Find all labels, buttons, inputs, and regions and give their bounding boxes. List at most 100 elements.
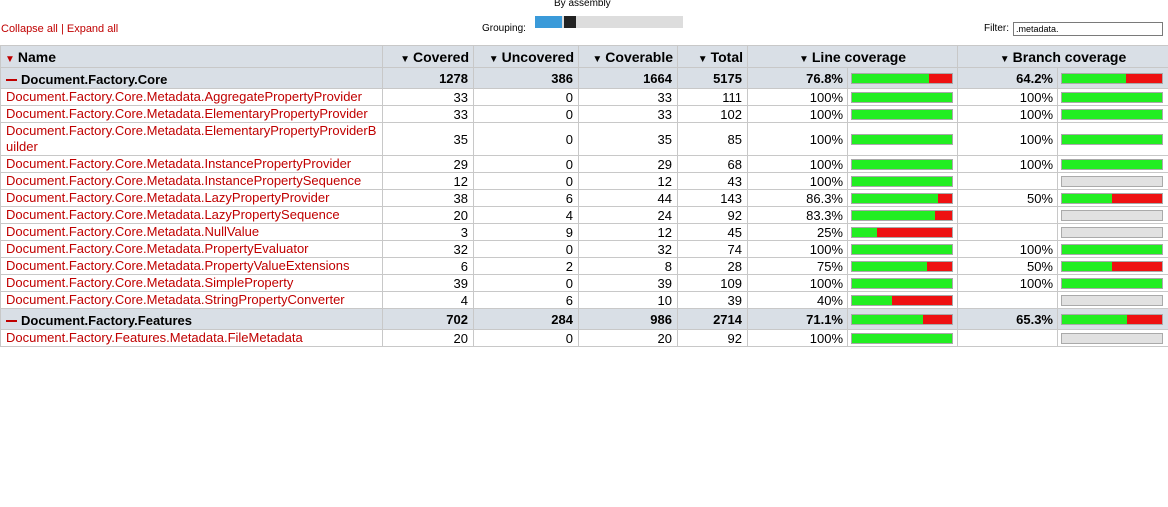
branch-coverage-covered-fill xyxy=(1062,92,1162,102)
class-name-cell: Document.Factory.Features.Metadata.FileM… xyxy=(0,329,383,347)
column-header-total[interactable]: ▼ Total xyxy=(677,45,748,68)
class-link[interactable]: Document.Factory.Core.Metadata.LazyPrope… xyxy=(6,191,329,206)
coverable-value: 35 xyxy=(578,122,678,156)
class-link[interactable]: Document.Factory.Core.Metadata.LazyPrope… xyxy=(6,208,340,223)
branch-coverage-covered-fill xyxy=(1062,193,1112,203)
total-value: 45 xyxy=(677,223,748,241)
group-row: Document.Factory.Core 1278 386 1664 5175 76.8… xyxy=(0,67,1168,89)
class-link[interactable]: Document.Factory.Core.Metadata.Elementar… xyxy=(6,124,376,155)
column-header-coverable-label: Coverable xyxy=(605,48,673,65)
column-header-coverable[interactable]: ▼ Coverable xyxy=(578,45,678,68)
line-coverage-percent: 40% xyxy=(747,291,848,309)
covered-value: 29 xyxy=(382,155,474,173)
line-coverage-bar xyxy=(851,133,953,145)
line-coverage-percent: 86.3% xyxy=(747,189,848,207)
table-row: Document.Factory.Core.Metadata.StringPro… xyxy=(0,291,1168,309)
uncovered-value: 0 xyxy=(473,105,579,123)
class-link[interactable]: Document.Factory.Core.Metadata.StringPro… xyxy=(6,293,345,308)
coverage-table: ▼ Name ▼ Covered ▼ Uncovered ▼ Coverable ▼ To… xyxy=(0,45,1168,347)
sort-icon: ▼ xyxy=(999,53,1010,65)
line-coverage-bar-cell xyxy=(847,291,958,309)
branch-coverage-percent xyxy=(957,329,1058,347)
line-coverage-bar-cell xyxy=(847,155,958,173)
column-header-uncovered[interactable]: ▼ Uncovered xyxy=(473,45,579,68)
line-coverage-bar xyxy=(851,158,953,170)
line-coverage-uncovered-fill xyxy=(927,261,952,271)
column-header-total-label: Total xyxy=(710,48,743,65)
branch-coverage-percent xyxy=(957,206,1058,224)
filter-input[interactable] xyxy=(1013,22,1163,36)
class-link[interactable]: Document.Factory.Core.Metadata.PropertyV… xyxy=(6,259,349,274)
column-header-name-label: Name xyxy=(17,48,57,65)
column-header-line-coverage-label: Line coverage xyxy=(811,48,907,65)
total-value: 28 xyxy=(677,257,748,275)
coverable-value: 8 xyxy=(578,257,678,275)
class-name-cell: Document.Factory.Core.Metadata.InstanceP… xyxy=(0,155,383,173)
class-link[interactable]: Document.Factory.Core.Metadata.NullValue xyxy=(6,225,259,240)
line-coverage-bar xyxy=(851,175,953,187)
branch-coverage-bar-cell xyxy=(1056,274,1168,292)
column-header-line-coverage[interactable]: ▼ Line coverage xyxy=(747,45,958,68)
collapse-minus-icon xyxy=(6,319,17,322)
grouping-slider[interactable] xyxy=(535,16,683,28)
column-header-covered[interactable]: ▼ Covered xyxy=(382,45,474,68)
line-coverage-percent: 100% xyxy=(747,105,848,123)
line-coverage-bar-cell xyxy=(847,329,958,347)
class-link[interactable]: Document.Factory.Core.Metadata.InstanceP… xyxy=(6,157,351,172)
branch-coverage-covered-fill xyxy=(1062,314,1128,324)
expand-all-link[interactable]: Expand all xyxy=(67,23,118,35)
covered-value: 20 xyxy=(382,329,474,347)
line-coverage-percent: 100% xyxy=(747,329,848,347)
line-coverage-percent: 75% xyxy=(747,257,848,275)
total-value: 143 xyxy=(677,189,748,207)
coverable-value: 20 xyxy=(578,329,678,347)
branch-coverage-covered-fill xyxy=(1062,73,1127,83)
class-link[interactable]: Document.Factory.Features.Metadata.FileM… xyxy=(6,331,303,346)
line-coverage-covered-fill xyxy=(852,278,952,288)
group-toggle[interactable]: Document.Factory.Features xyxy=(6,313,192,329)
class-link[interactable]: Document.Factory.Core.Metadata.InstanceP… xyxy=(6,174,361,189)
sort-icon: ▼ xyxy=(488,53,499,65)
class-name-cell: Document.Factory.Core.Metadata.NullValue xyxy=(0,223,383,241)
branch-coverage-bar xyxy=(1061,226,1163,238)
coverable-value: 33 xyxy=(578,88,678,106)
uncovered-value: 2 xyxy=(473,257,579,275)
column-header-branch-coverage[interactable]: ▼ Branch coverage xyxy=(956,45,1168,68)
line-coverage-percent: 83.3% xyxy=(747,206,848,224)
line-coverage-bar xyxy=(851,313,953,325)
branch-coverage-bar xyxy=(1061,108,1163,120)
line-coverage-covered-fill xyxy=(852,73,929,83)
collapse-all-link[interactable]: Collapse all xyxy=(1,23,58,35)
group-covered-value: 1278 xyxy=(382,67,474,89)
branch-coverage-percent: 100% xyxy=(957,240,1058,258)
class-link[interactable]: Document.Factory.Core.Metadata.PropertyE… xyxy=(6,242,309,257)
uncovered-value: 4 xyxy=(473,206,579,224)
group-coverable-value: 1664 xyxy=(578,67,678,89)
covered-value: 3 xyxy=(382,223,474,241)
branch-coverage-uncovered-fill xyxy=(1126,73,1162,83)
class-link[interactable]: Document.Factory.Core.Metadata.SimplePro… xyxy=(6,276,293,291)
line-coverage-percent: 76.8% xyxy=(747,67,848,89)
grouping-slider-thumb[interactable] xyxy=(564,16,576,28)
line-coverage-bar-cell xyxy=(847,122,958,156)
line-coverage-percent: 100% xyxy=(747,274,848,292)
group-toggle[interactable]: Document.Factory.Core xyxy=(6,72,167,88)
coverable-value: 29 xyxy=(578,155,678,173)
uncovered-value: 9 xyxy=(473,223,579,241)
line-coverage-bar-cell xyxy=(847,274,958,292)
class-link[interactable]: Document.Factory.Core.Metadata.Aggregate… xyxy=(6,90,362,105)
uncovered-value: 0 xyxy=(473,155,579,173)
uncovered-value: 0 xyxy=(473,172,579,190)
branch-coverage-bar-cell xyxy=(1056,88,1168,106)
branch-coverage-bar xyxy=(1061,277,1163,289)
line-coverage-uncovered-fill xyxy=(923,314,952,324)
covered-value: 6 xyxy=(382,257,474,275)
branch-coverage-percent: 50% xyxy=(957,257,1058,275)
covered-value: 4 xyxy=(382,291,474,309)
line-coverage-bar-cell xyxy=(847,67,958,89)
column-header-name[interactable]: ▼ Name xyxy=(0,45,383,68)
class-link[interactable]: Document.Factory.Core.Metadata.Elementar… xyxy=(6,107,368,122)
table-row: Document.Factory.Core.Metadata.PropertyE… xyxy=(0,240,1168,258)
sort-desc-icon: ▼ xyxy=(5,53,15,65)
branch-coverage-bar-cell xyxy=(1056,155,1168,173)
